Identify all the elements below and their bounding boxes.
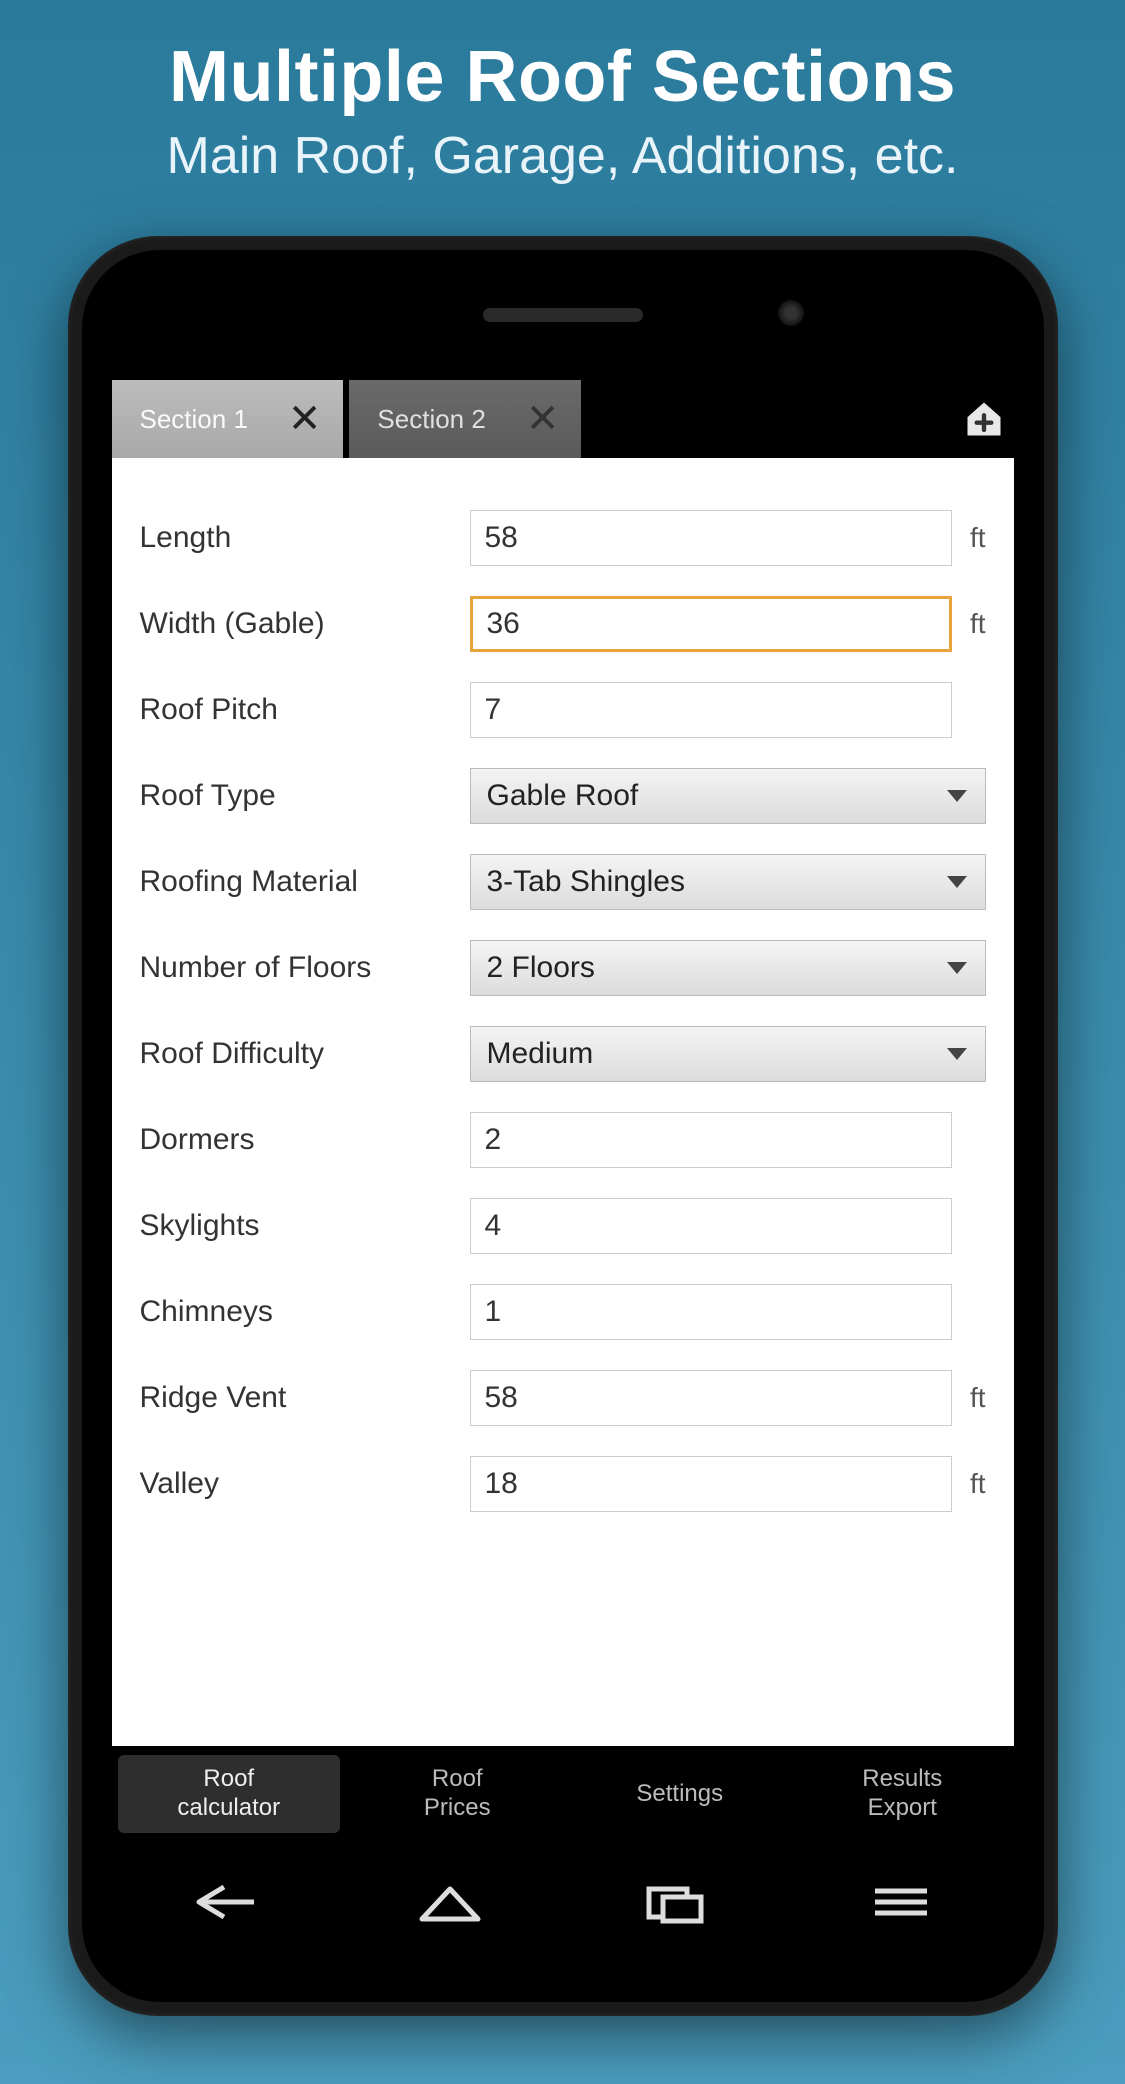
tab-label: Section 2: [377, 404, 485, 435]
pitch-label: Roof Pitch: [140, 693, 470, 727]
nav-settings[interactable]: Settings: [569, 1770, 792, 1819]
phone-speaker: [483, 308, 643, 322]
menu-icon[interactable]: [861, 1877, 941, 1927]
chevron-down-icon: [947, 962, 967, 974]
section-tabbar: Section 1 ✕ Section 2 ✕: [112, 380, 1014, 458]
promo-subtitle: Main Roof, Garage, Additions, etc.: [0, 126, 1125, 186]
tab-label: Section 1: [140, 404, 248, 435]
chimneys-label: Chimneys: [140, 1295, 470, 1329]
floors-select[interactable]: 2 Floors: [470, 940, 986, 996]
skylights-label: Skylights: [140, 1209, 470, 1243]
bottom-nav: Roof calculator Roof Prices Settings Res…: [112, 1746, 1014, 1842]
plus-house-icon: [962, 397, 1006, 441]
select-value: Medium: [487, 1037, 594, 1071]
nav-roof-prices[interactable]: Roof Prices: [346, 1755, 569, 1833]
tab-section-1[interactable]: Section 1 ✕: [112, 380, 344, 458]
dormers-label: Dormers: [140, 1123, 470, 1157]
ridge-vent-label: Ridge Vent: [140, 1381, 470, 1415]
recent-apps-icon[interactable]: [635, 1877, 715, 1927]
add-section-button[interactable]: [954, 380, 1014, 458]
ridge-vent-input[interactable]: [470, 1370, 952, 1426]
select-value: 3-Tab Shingles: [487, 865, 685, 899]
promo-title: Multiple Roof Sections: [0, 36, 1125, 118]
home-icon[interactable]: [410, 1877, 490, 1927]
material-select[interactable]: 3-Tab Shingles: [470, 854, 986, 910]
ridge-vent-unit: ft: [952, 1382, 986, 1414]
width-input[interactable]: [470, 596, 952, 652]
system-nav: [112, 1852, 1014, 1952]
tab-section-2[interactable]: Section 2 ✕: [349, 380, 581, 458]
width-label: Width (Gable): [140, 607, 470, 641]
length-label: Length: [140, 521, 470, 555]
select-value: 2 Floors: [487, 951, 595, 985]
app-screen: Section 1 ✕ Section 2 ✕ Length: [112, 380, 1014, 1842]
close-icon[interactable]: ✕: [288, 396, 322, 442]
valley-input[interactable]: [470, 1456, 952, 1512]
select-value: Gable Roof: [487, 779, 639, 813]
skylights-input[interactable]: [470, 1198, 952, 1254]
floors-label: Number of Floors: [140, 951, 470, 985]
chevron-down-icon: [947, 876, 967, 888]
phone-frame: Section 1 ✕ Section 2 ✕ Length: [68, 236, 1058, 2016]
roof-form: Length ft Width (Gable) ft Roof Pitch: [112, 458, 1014, 1746]
valley-unit: ft: [952, 1468, 986, 1500]
roof-type-select[interactable]: Gable Roof: [470, 768, 986, 824]
dormers-input[interactable]: [470, 1112, 952, 1168]
difficulty-label: Roof Difficulty: [140, 1037, 470, 1071]
valley-label: Valley: [140, 1467, 470, 1501]
length-input[interactable]: [470, 510, 952, 566]
width-unit: ft: [952, 608, 986, 640]
chevron-down-icon: [947, 1048, 967, 1060]
nav-roof-calculator[interactable]: Roof calculator: [118, 1755, 341, 1833]
chimneys-input[interactable]: [470, 1284, 952, 1340]
chevron-down-icon: [947, 790, 967, 802]
pitch-input[interactable]: [470, 682, 952, 738]
roof-type-label: Roof Type: [140, 779, 470, 813]
length-unit: ft: [952, 522, 986, 554]
back-icon[interactable]: [184, 1877, 264, 1927]
phone-camera: [778, 300, 804, 326]
nav-results-export[interactable]: Results Export: [791, 1755, 1014, 1833]
material-label: Roofing Material: [140, 865, 470, 899]
close-icon[interactable]: ✕: [526, 396, 560, 442]
difficulty-select[interactable]: Medium: [470, 1026, 986, 1082]
